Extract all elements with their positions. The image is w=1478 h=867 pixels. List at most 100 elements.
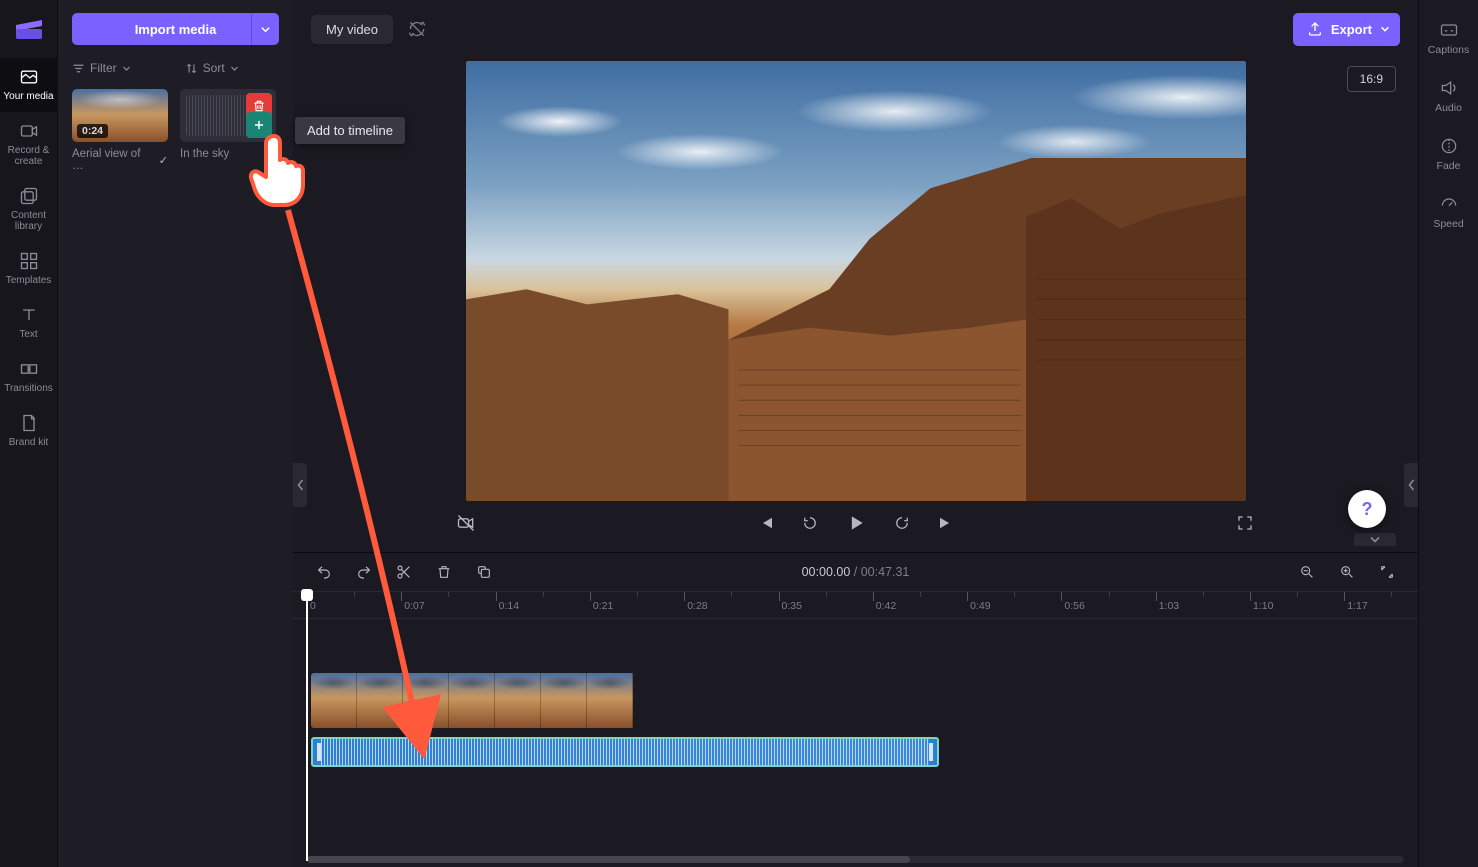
zoom-in-button[interactable] — [1334, 559, 1360, 585]
transitions-icon — [19, 359, 39, 379]
timeline-tracks[interactable] — [293, 619, 1418, 867]
audio-panel-button[interactable]: Audio — [1419, 68, 1478, 124]
camera-off-icon — [456, 513, 476, 533]
left-nav-rail: Your media Record & create Content libra… — [0, 0, 58, 867]
zoom-out-button[interactable] — [1294, 559, 1320, 585]
project-title[interactable]: My video — [311, 15, 393, 44]
nav-label: Content library — [2, 210, 56, 232]
chevron-down-icon — [122, 64, 131, 73]
filter-button[interactable]: Filter — [72, 61, 131, 75]
export-icon — [1307, 21, 1323, 37]
chevron-down-icon — [230, 64, 239, 73]
zoom-fit-icon — [1379, 564, 1395, 580]
skip-forward-button[interactable] — [933, 510, 959, 536]
nav-templates[interactable]: Templates — [0, 242, 58, 296]
captions-icon — [1439, 20, 1459, 40]
media-thumbnail[interactable]: 0:24 — [72, 89, 168, 142]
nav-label: Transitions — [4, 383, 53, 394]
panel-label: Captions — [1428, 44, 1469, 56]
nav-label: Record & create — [2, 145, 56, 167]
zoom-out-icon — [1299, 564, 1315, 580]
fullscreen-icon — [1236, 514, 1254, 532]
import-media-dropdown[interactable] — [251, 13, 279, 45]
timeline-scrollbar[interactable] — [307, 856, 1404, 863]
fade-panel-button[interactable]: Fade — [1419, 126, 1478, 182]
filter-icon — [72, 62, 85, 75]
skip-forward-icon — [937, 514, 955, 532]
sort-label: Sort — [203, 61, 225, 75]
play-button[interactable] — [841, 508, 871, 538]
sort-button[interactable]: Sort — [185, 61, 239, 75]
play-icon — [846, 513, 866, 533]
nav-label: Templates — [6, 275, 52, 286]
media-item-name: Aerial view of … — [72, 148, 155, 172]
ruler-tick: 0:56 — [1061, 592, 1081, 618]
chevron-down-icon — [260, 24, 271, 35]
ruler-tick: 0:42 — [873, 592, 893, 618]
autosave-status-icon — [407, 19, 427, 39]
playback-controls — [293, 501, 1418, 545]
ruler-tick: 0:21 — [590, 592, 610, 618]
chevron-down-icon — [1380, 24, 1390, 34]
export-label: Export — [1331, 22, 1372, 37]
skip-back-button[interactable] — [753, 510, 779, 536]
preview-artwork — [466, 158, 1246, 501]
timecode-current: 00:00.00 — [802, 565, 851, 579]
zoom-fit-button[interactable] — [1374, 559, 1400, 585]
duplicate-icon — [476, 564, 492, 580]
nav-label: Text — [19, 329, 37, 340]
annotation-pointer-hand — [244, 130, 314, 215]
brand-kit-icon — [19, 413, 39, 433]
chevron-down-icon — [1369, 535, 1381, 544]
clip-handle-right[interactable] — [929, 743, 933, 761]
import-media-label: Import media — [135, 22, 217, 37]
nav-transitions[interactable]: Transitions — [0, 350, 58, 404]
fullscreen-button[interactable] — [1232, 510, 1258, 536]
preview-area: 16:9 — [293, 58, 1418, 552]
trash-icon — [252, 99, 266, 113]
templates-icon — [19, 251, 39, 271]
content-library-icon — [19, 186, 39, 206]
seek-forward-icon — [893, 514, 911, 532]
record-icon — [19, 121, 39, 141]
check-icon: ✓ — [159, 154, 168, 167]
app-logo — [0, 0, 58, 58]
speed-icon — [1439, 194, 1459, 214]
speed-panel-button[interactable]: Speed — [1419, 184, 1478, 240]
ruler-tick: 0:28 — [684, 592, 704, 618]
scrollbar-thumb[interactable] — [307, 856, 910, 863]
nav-brand-kit[interactable]: Brand kit — [0, 404, 58, 458]
collapse-preview-button[interactable] — [1354, 533, 1396, 546]
nav-content-library[interactable]: Content library — [0, 177, 58, 242]
zoom-in-icon — [1339, 564, 1355, 580]
nav-your-media[interactable]: Your media — [0, 58, 58, 112]
timecode: 00:00.00 / 00:47.31 — [802, 565, 910, 579]
ruler-tick: 1:17 — [1344, 592, 1364, 618]
timecode-total: 00:47.31 — [861, 565, 910, 579]
duplicate-clip-button[interactable] — [471, 559, 497, 585]
expand-right-panel-button[interactable] — [1404, 463, 1418, 507]
seek-forward-button[interactable] — [889, 510, 915, 536]
export-button[interactable]: Export — [1293, 13, 1400, 46]
import-media-button[interactable]: Import media — [72, 13, 279, 45]
ruler-tick: 0:14 — [496, 592, 516, 618]
duration-badge: 0:24 — [77, 124, 108, 138]
seek-back-button[interactable] — [797, 510, 823, 536]
nav-record-create[interactable]: Record & create — [0, 112, 58, 177]
ruler-tick: 1:03 — [1156, 592, 1176, 618]
timeline-toolbar: 00:00.00 / 00:47.31 — [293, 553, 1418, 591]
help-button[interactable]: ? — [1348, 490, 1386, 528]
media-item-video[interactable]: 0:24 Aerial view of … ✓ — [72, 89, 168, 172]
audio-icon — [1439, 78, 1459, 98]
video-preview[interactable] — [466, 61, 1246, 501]
aspect-ratio-button[interactable]: 16:9 — [1347, 66, 1396, 92]
sort-icon — [185, 62, 198, 75]
skip-back-icon — [757, 514, 775, 532]
nav-text[interactable]: Text — [0, 296, 58, 350]
captions-panel-button[interactable]: Captions — [1419, 10, 1478, 66]
stage-header: My video Export — [293, 0, 1418, 58]
ruler-tick: 1:10 — [1250, 592, 1270, 618]
your-media-icon — [19, 67, 39, 87]
ruler-tick: 0:49 — [967, 592, 987, 618]
timeline-ruler[interactable]: 00:070:140:210:280:350:420:490:561:031:1… — [293, 591, 1418, 619]
